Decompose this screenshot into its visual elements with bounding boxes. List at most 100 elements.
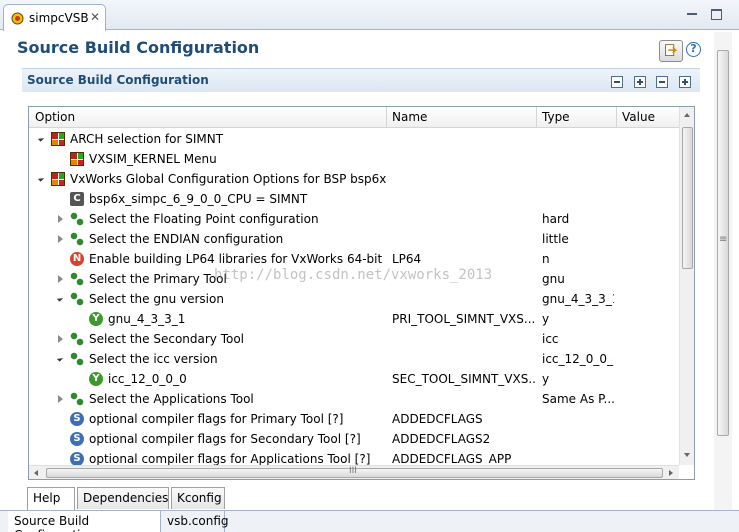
expanded-twisty-icon[interactable]: [37, 175, 45, 182]
scroll-thumb[interactable]: III: [46, 466, 663, 478]
string-badge-icon: S: [70, 432, 84, 446]
type-cell: y: [542, 312, 550, 326]
string-badge-icon: S: [70, 412, 84, 426]
table-row[interactable]: Soptional compiler flags for Application…: [29, 449, 679, 465]
expanded-twisty-icon[interactable]: [37, 135, 45, 142]
table-row[interactable]: Select the Secondary Tool icc: [29, 329, 679, 349]
selection-icon: [70, 352, 84, 366]
collapse-all-icon[interactable]: [611, 76, 623, 88]
maximize-icon[interactable]: [711, 9, 722, 20]
option-cell: gnu_4_3_3_1: [108, 312, 186, 326]
vsb-project-icon: [11, 12, 24, 25]
type-cell: n: [542, 252, 550, 266]
scroll-down-icon[interactable]: [684, 453, 690, 457]
expanded-twisty-icon[interactable]: [56, 355, 64, 362]
section-header: Source Build Configuration: [22, 68, 700, 92]
help-icon[interactable]: ?: [686, 42, 701, 57]
table-row[interactable]: ARCH selection for SIMNT: [29, 129, 679, 149]
no-badge-icon: N: [70, 252, 84, 266]
expanded-twisty-icon[interactable]: [56, 295, 64, 302]
option-cell: Select the gnu version: [89, 292, 224, 306]
table-row[interactable]: Ygnu_4_3_3_1 PRI_TOOL_SIMNT_VXS... y: [29, 309, 679, 329]
table-vertical-scrollbar[interactable]: [679, 107, 694, 465]
export-icon: [665, 44, 678, 56]
table-row[interactable]: Soptional compiler flags for Primary Too…: [29, 409, 679, 429]
table-horizontal-scrollbar[interactable]: III: [29, 465, 679, 479]
scroll-thumb[interactable]: ≡: [717, 50, 729, 436]
option-cell: Enable building LP64 libraries for VxWor…: [89, 252, 383, 266]
tab-dependencies[interactable]: Dependencies: [77, 487, 169, 509]
collapsed-twisty-icon[interactable]: [58, 235, 63, 243]
editor-tab-strip: simpcVSB ✕: [0, 0, 739, 31]
type-cell: hard: [542, 212, 570, 226]
option-cell: Select the Primary Tool: [89, 272, 227, 286]
name-cell: ADDEDCFLAGS_APP: [392, 452, 512, 465]
tab-kconfig[interactable]: Kconfig: [171, 487, 225, 509]
option-cell: optional compiler flags for Primary Tool…: [89, 412, 344, 426]
option-cell: optional compiler flags for Applications…: [89, 452, 371, 465]
table-row[interactable]: Select the Primary Tool gnu: [29, 269, 679, 289]
table-row[interactable]: VxWorks Global Configuration Options for…: [29, 169, 679, 189]
table-row[interactable]: N Enable building LP64 libraries for VxWo…: [29, 249, 679, 269]
scroll-grip: III: [349, 466, 357, 476]
editor-vertical-scrollbar[interactable]: ≡: [714, 32, 732, 510]
name-cell: LP64: [392, 252, 422, 266]
minimize-icon[interactable]: [687, 9, 698, 20]
column-header-name[interactable]: Name: [392, 110, 427, 124]
column-header-option[interactable]: Option: [35, 110, 75, 124]
constant-c-icon: C: [70, 192, 84, 206]
type-cell: icc_12_0_0_0: [542, 352, 614, 366]
section-title: Source Build Configuration: [27, 73, 209, 87]
collapsed-twisty-icon[interactable]: [58, 335, 63, 343]
selection-icon: [70, 232, 84, 246]
selection-icon: [70, 272, 84, 286]
collapsed-twisty-icon[interactable]: [58, 215, 63, 223]
scroll-right-icon[interactable]: [669, 470, 673, 476]
selection-icon: [70, 392, 84, 406]
tab-vsb-config[interactable]: vsb.config: [161, 511, 229, 532]
component-grid-icon: [51, 132, 65, 146]
name-cell: SEC_TOOL_SIMNT_VXS...: [392, 372, 537, 386]
scroll-thumb[interactable]: [682, 127, 693, 269]
tab-source-build-configuration[interactable]: Source Build Configuration: [8, 511, 161, 532]
table-row[interactable]: Select the Applications Tool Same As P...: [29, 389, 679, 409]
table-row[interactable]: VXSIM_KERNEL Menu: [29, 149, 679, 169]
editor-page-tabs: Source Build Configuration vsb.config: [0, 510, 739, 532]
option-cell: Select the Secondary Tool: [89, 332, 245, 346]
table-row[interactable]: Select the icc version icc_12_0_0_0: [29, 349, 679, 369]
option-cell: bsp6x_simpc_6_9_0_0_CPU = SIMNT: [89, 192, 308, 206]
expand-icon[interactable]: [679, 76, 691, 88]
scroll-left-icon[interactable]: [34, 470, 38, 476]
expand-all-icon[interactable]: [634, 76, 646, 88]
option-cell: optional compiler flags for Secondary To…: [89, 432, 361, 446]
option-cell: Select the Floating Point configuration: [89, 212, 319, 226]
configuration-tree-table[interactable]: Option Name Type Value ARCH selection fo…: [28, 106, 695, 480]
type-cell: y: [542, 372, 550, 386]
collapsed-twisty-icon[interactable]: [58, 275, 63, 283]
scroll-up-icon[interactable]: [684, 113, 690, 117]
table-row[interactable]: Select the gnu version gnu_4_3_3_1: [29, 289, 679, 309]
option-cell: icc_12_0_0_0: [108, 372, 187, 386]
table-row[interactable]: Select the ENDIAN configuration little: [29, 229, 679, 249]
table-row[interactable]: Yicc_12_0_0_0 SEC_TOOL_SIMNT_VXS... y: [29, 369, 679, 389]
table-row[interactable]: Select the Floating Point configuration h…: [29, 209, 679, 229]
editor-tab-simpcvsb[interactable]: simpcVSB ✕: [3, 4, 106, 31]
type-cell: gnu: [542, 272, 565, 286]
table-row[interactable]: Soptional compiler flags for Secondary T…: [29, 429, 679, 449]
form-title: Source Build Configuration: [17, 38, 260, 57]
tab-help[interactable]: Help: [27, 487, 75, 510]
string-badge-icon: S: [70, 452, 84, 465]
name-cell: ADDEDCFLAGS: [392, 412, 483, 426]
selection-icon: [70, 332, 84, 346]
option-cell: VXSIM_KERNEL Menu: [89, 152, 217, 166]
scroll-grip: ≡: [719, 234, 728, 245]
collapsed-twisty-icon[interactable]: [58, 395, 63, 403]
toolbar-action-button[interactable]: [659, 40, 683, 62]
selection-icon: [70, 292, 84, 306]
column-header-type[interactable]: Type: [542, 110, 570, 124]
option-cell: Select the ENDIAN configuration: [89, 232, 284, 246]
collapse-icon[interactable]: [656, 76, 668, 88]
table-row[interactable]: Cbsp6x_simpc_6_9_0_0_CPU = SIMNT: [29, 189, 679, 209]
column-header-value[interactable]: Value: [622, 110, 655, 124]
close-icon[interactable]: ✕: [90, 10, 100, 24]
